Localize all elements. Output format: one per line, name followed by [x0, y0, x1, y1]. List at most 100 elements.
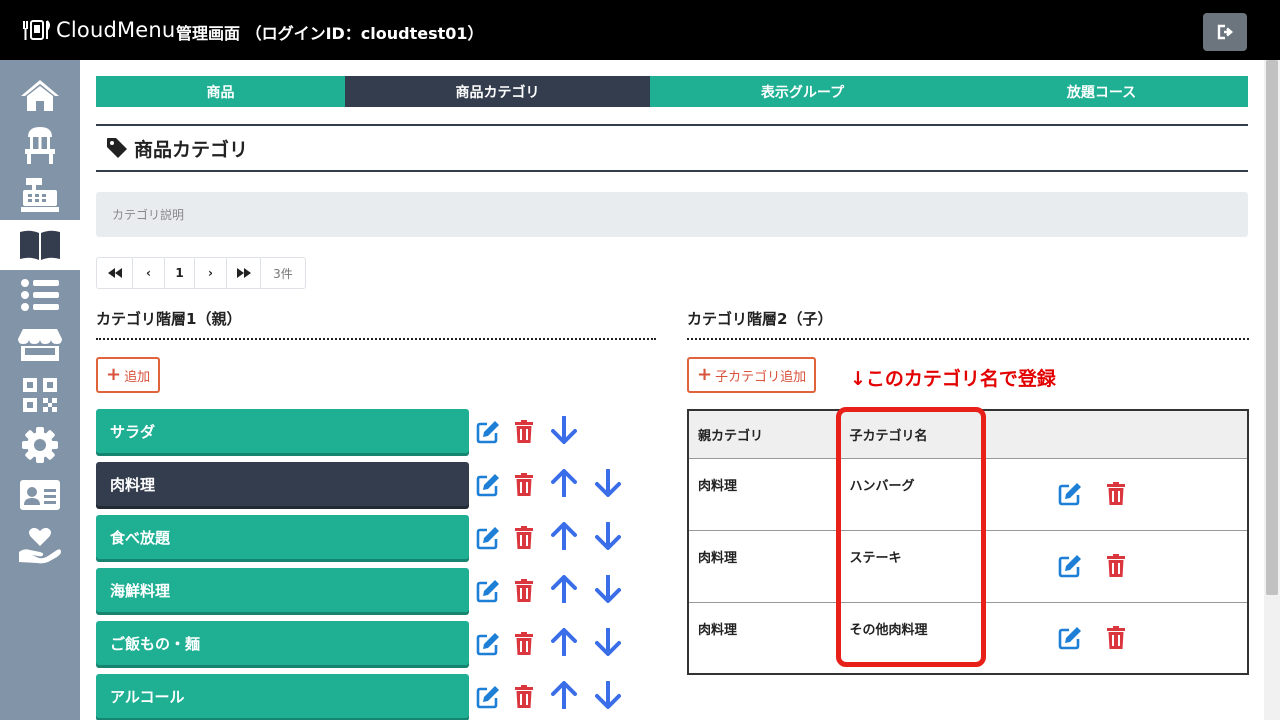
tab-products[interactable]: 商品 [96, 76, 345, 107]
delete-child-button[interactable] [1103, 481, 1129, 507]
tab-bar: 商品 商品カテゴリ 表示グループ 放題コース [96, 76, 1248, 107]
sidebar-item-support[interactable] [0, 520, 80, 570]
edit-category-button[interactable] [475, 525, 501, 551]
edit-icon [476, 580, 499, 603]
sidebar-item-table[interactable] [0, 120, 80, 170]
edit-child-button[interactable] [1057, 553, 1083, 579]
move-down-button[interactable] [595, 628, 621, 656]
arrow-up-icon [551, 575, 577, 603]
category-description: カテゴリ説明 [96, 192, 1248, 237]
logo-text: CloudMenu [56, 18, 176, 42]
edit-category-button[interactable] [475, 684, 501, 710]
arrow-down-icon [595, 575, 621, 603]
sidebar-item-list[interactable] [0, 270, 80, 320]
plus-icon: + [106, 364, 122, 385]
sidebar-item-register[interactable] [0, 170, 80, 220]
category-button[interactable]: 食べ放題 [96, 515, 469, 559]
table-row: 肉料理 その他肉料理 [688, 602, 1248, 675]
delete-child-button[interactable] [1103, 553, 1129, 579]
tab-display-groups[interactable]: 表示グループ [650, 76, 955, 107]
sidebar-item-account[interactable] [0, 470, 80, 520]
sidebar-item-qr[interactable] [0, 370, 80, 420]
double-chevron-right-icon [236, 268, 251, 278]
cell-actions [1031, 602, 1248, 675]
category-row: 海鮮料理 [96, 568, 656, 612]
cell-parent-category: 肉料理 [688, 458, 841, 531]
gear-icon [22, 427, 58, 463]
trash-icon [515, 685, 533, 708]
arrow-down-icon [551, 416, 577, 444]
edit-category-button[interactable] [475, 472, 501, 498]
category-button[interactable]: 海鮮料理 [96, 568, 469, 612]
move-down-button[interactable] [595, 681, 621, 709]
logout-button[interactable] [1203, 13, 1247, 51]
category-button[interactable]: サラダ [96, 409, 469, 453]
pagination-first-button[interactable] [97, 258, 133, 288]
add-child-category-button[interactable]: + 子カテゴリ追加 [687, 357, 817, 393]
logo[interactable]: CloudMenu [22, 17, 175, 43]
arrow-down-icon [595, 522, 621, 550]
sidebar-item-store[interactable] [0, 320, 80, 370]
add-category-button[interactable]: + 追加 [96, 357, 161, 393]
delete-category-button[interactable] [511, 419, 537, 445]
edit-category-button[interactable] [475, 419, 501, 445]
cash-register-icon [21, 178, 59, 212]
annotation-text: ↓このカテゴリ名で登録 [850, 368, 1056, 390]
category-button[interactable]: 肉料理 [96, 462, 469, 506]
trash-icon [515, 579, 533, 602]
tab-product-categories[interactable]: 商品カテゴリ [345, 76, 650, 107]
top-header: CloudMenu 管理画面 （ログインID：cloudtest01） [0, 0, 1280, 60]
edit-icon [1058, 482, 1082, 505]
delete-category-button[interactable] [511, 525, 537, 551]
category-row: アルコール [96, 674, 656, 718]
page-title-bar: 商品カテゴリ [96, 124, 1248, 172]
move-up-button[interactable] [551, 522, 577, 550]
move-down-button[interactable] [551, 416, 577, 444]
sidebar-item-menu-book[interactable] [0, 220, 80, 270]
edit-category-button[interactable] [475, 631, 501, 657]
move-down-button[interactable] [595, 522, 621, 550]
category-button[interactable]: ご飯もの・麺 [96, 621, 469, 665]
edit-icon [476, 686, 499, 709]
delete-child-button[interactable] [1103, 625, 1129, 651]
delete-category-button[interactable] [511, 631, 537, 657]
trash-icon [515, 420, 533, 443]
category-row: 食べ放題 [96, 515, 656, 559]
move-up-button[interactable] [551, 469, 577, 497]
edit-icon [1058, 554, 1082, 577]
edit-child-button[interactable] [1057, 625, 1083, 651]
tab-all-you-can-courses[interactable]: 放題コース [955, 76, 1248, 107]
edit-category-button[interactable] [475, 578, 501, 604]
category-row: ご飯もの・麺 [96, 621, 656, 665]
plus-icon: + [697, 364, 713, 385]
delete-category-button[interactable] [511, 578, 537, 604]
pagination-last-button[interactable] [227, 258, 261, 288]
page-title: 商品カテゴリ [134, 138, 249, 161]
qr-code-icon [23, 378, 57, 412]
child-category-table: 親カテゴリ 子カテゴリ名 肉料理 ハンバーグ 肉料理 ステーキ 肉料理 その他肉料理 [687, 409, 1249, 675]
home-icon [21, 80, 59, 111]
pagination-prev-button[interactable]: ‹ [133, 258, 165, 288]
category-button[interactable]: アルコール [96, 674, 469, 718]
category-row: 肉料理 [96, 462, 656, 506]
edit-icon [476, 474, 499, 497]
edit-icon [476, 421, 499, 444]
delete-category-button[interactable] [511, 472, 537, 498]
pagination-page-1[interactable]: 1 [165, 258, 195, 288]
edit-icon [476, 633, 499, 656]
delete-category-button[interactable] [511, 684, 537, 710]
trash-icon [515, 632, 533, 655]
move-up-button[interactable] [551, 575, 577, 603]
sidebar-item-settings[interactable] [0, 420, 80, 470]
edit-child-button[interactable] [1057, 481, 1083, 507]
move-down-button[interactable] [595, 575, 621, 603]
move-up-button[interactable] [551, 628, 577, 656]
id-card-icon [20, 480, 60, 510]
edit-icon [1058, 626, 1082, 649]
pagination-next-button[interactable]: › [195, 258, 227, 288]
trash-icon [515, 473, 533, 496]
move-down-button[interactable] [595, 469, 621, 497]
scrollbar-thumb[interactable] [1266, 60, 1278, 595]
sidebar-item-home[interactable] [0, 70, 80, 120]
move-up-button[interactable] [551, 681, 577, 709]
